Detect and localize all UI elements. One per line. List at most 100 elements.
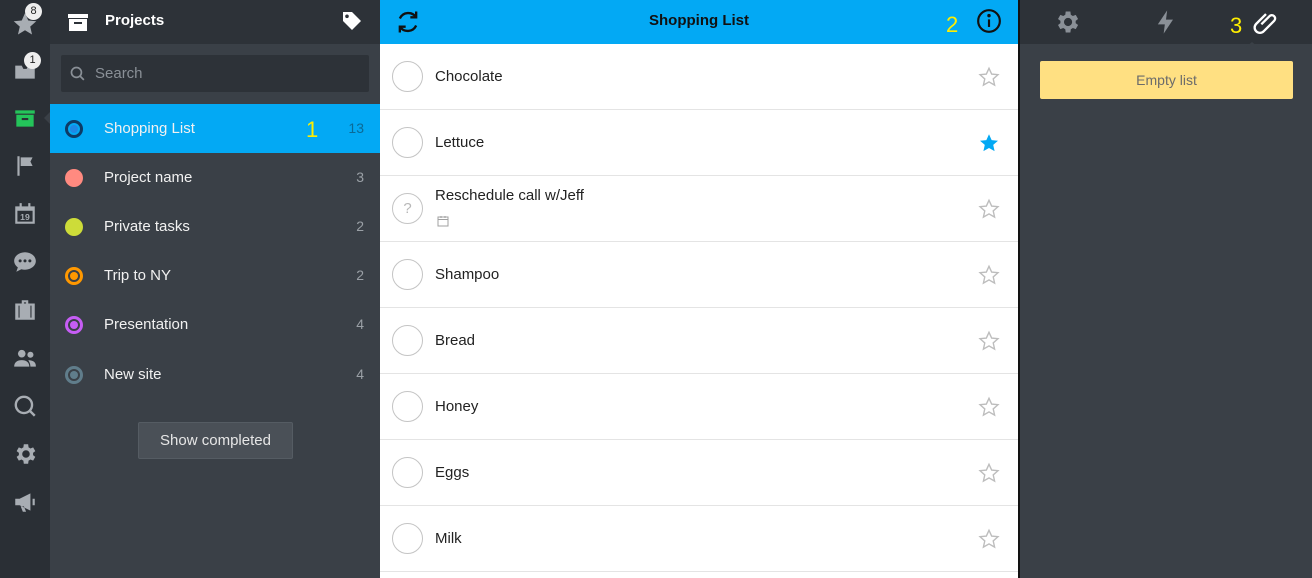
project-item-trip-to-ny[interactable]: Trip to NY 2 [50,251,380,300]
search-nav[interactable] [0,382,50,430]
star-icon[interactable] [978,264,1000,286]
flag-icon [17,156,33,176]
info-icon[interactable] [976,8,1002,34]
project-color-dot [65,366,83,384]
announcements-nav[interactable] [0,478,50,526]
task-checkbox[interactable] [392,457,423,488]
search-icon [14,395,36,417]
briefcase-icon [15,300,35,320]
gear-icon [16,444,36,464]
lightning-icon[interactable] [1152,8,1180,36]
search-icon [70,66,85,81]
task-item-shampoo[interactable]: Shampoo [380,242,1018,308]
search-input[interactable] [95,55,355,92]
project-item-shopping-list[interactable]: Shopping List 1 13 [50,104,380,153]
task-item-lettuce[interactable]: Lettuce [380,110,1018,176]
projects-header: Projects [50,0,380,44]
annotation-marker-1: 1 [306,117,319,142]
task-item-reschedule-call[interactable]: ? Reschedule call w/Jeff [380,176,1018,242]
megaphone-icon [15,493,35,512]
project-item-private-tasks[interactable]: Private tasks 2 [50,202,380,251]
task-name: Chocolate [435,68,503,85]
project-count: 4 [356,366,364,382]
star-icon[interactable] [978,528,1000,550]
details-panel: 3 Empty list [1020,0,1312,578]
task-name: Shampoo [435,266,500,283]
task-name: Milk [435,530,462,547]
task-item-honey[interactable]: Honey [380,374,1018,440]
project-item-project-name[interactable]: Project name 3 [50,153,380,202]
task-name: Honey [435,398,479,415]
task-checkbox[interactable] [392,325,423,356]
calendar-nav[interactable]: 19 [0,190,50,238]
people-icon [14,349,36,367]
project-count: 3 [356,169,364,185]
empty-list-button[interactable]: Empty list [1040,61,1293,99]
project-color-dot [65,267,83,285]
svg-text:19: 19 [20,212,30,222]
projects-nav[interactable] [0,94,50,142]
project-count: 13 [348,120,364,136]
settings-nav[interactable] [0,430,50,478]
task-list-title: Shopping List [649,12,749,29]
active-tab-pointer [1245,42,1259,48]
project-count: 2 [356,267,364,283]
task-list-header: Shopping List 2 [380,0,1018,44]
calendar-icon: 19 [15,203,35,224]
team-nav[interactable] [0,334,50,382]
chat-nav[interactable] [0,238,50,286]
task-checkbox[interactable] [392,259,423,290]
task-checkbox-unknown[interactable]: ? [392,193,423,224]
star-icon[interactable] [978,330,1000,352]
project-name: Shopping List [104,120,195,137]
task-checkbox[interactable] [392,61,423,92]
annotation-marker-2: 2 [946,12,959,37]
project-item-presentation[interactable]: Presentation 4 [50,300,380,349]
project-color-dot [65,120,83,138]
project-name: New site [104,366,162,383]
task-name: Eggs [435,464,470,481]
task-item-eggs[interactable]: Eggs [380,440,1018,506]
details-tabs: 3 [1020,0,1312,48]
projects-title: Projects [105,12,165,29]
search-box [61,55,369,92]
project-name: Trip to NY [104,267,171,284]
task-name: Lettuce [435,134,485,151]
flag-nav[interactable] [0,142,50,190]
project-color-dot [65,316,83,334]
task-list-panel: Shopping List 2 Chocolate Lettuce ? Resc… [380,0,1018,578]
projects-box-icon [15,110,35,127]
star-filled-icon[interactable] [978,132,1000,154]
show-completed-button[interactable]: Show completed [138,422,293,459]
task-checkbox[interactable] [392,127,423,158]
star-icon[interactable] [978,198,1000,220]
task-checkbox[interactable] [392,523,423,554]
star-icon[interactable] [978,66,1000,88]
project-count: 4 [356,316,364,332]
briefcase-nav[interactable] [0,286,50,334]
inbox-nav[interactable]: 1 [0,46,50,94]
starred-nav[interactable]: 8 [0,0,50,48]
task-checkbox[interactable] [392,391,423,422]
star-icon[interactable] [978,462,1000,484]
project-name: Project name [104,169,193,186]
project-name: Private tasks [104,218,190,235]
gear-icon[interactable] [1053,8,1081,36]
icon-rail: 8 1 19 [0,0,50,578]
projects-box-icon [68,14,88,31]
task-name: Bread [435,332,476,349]
project-name: Presentation [104,316,189,333]
task-item-bread[interactable]: Bread [380,308,1018,374]
task-item-milk[interactable]: Milk [380,506,1018,572]
project-item-new-site[interactable]: New site 4 [50,350,380,399]
paperclip-icon[interactable] [1252,8,1280,36]
starred-badge: 8 [25,3,42,20]
task-item-chocolate[interactable]: Chocolate [380,44,1018,110]
tag-icon[interactable] [340,9,364,33]
project-count: 2 [356,218,364,234]
star-icon[interactable] [978,396,1000,418]
projects-panel: Projects Shopping List 1 13 Project name… [50,0,380,578]
project-color-dot [65,169,83,187]
annotation-marker-3: 3 [1230,13,1243,38]
inbox-badge: 1 [24,52,41,69]
